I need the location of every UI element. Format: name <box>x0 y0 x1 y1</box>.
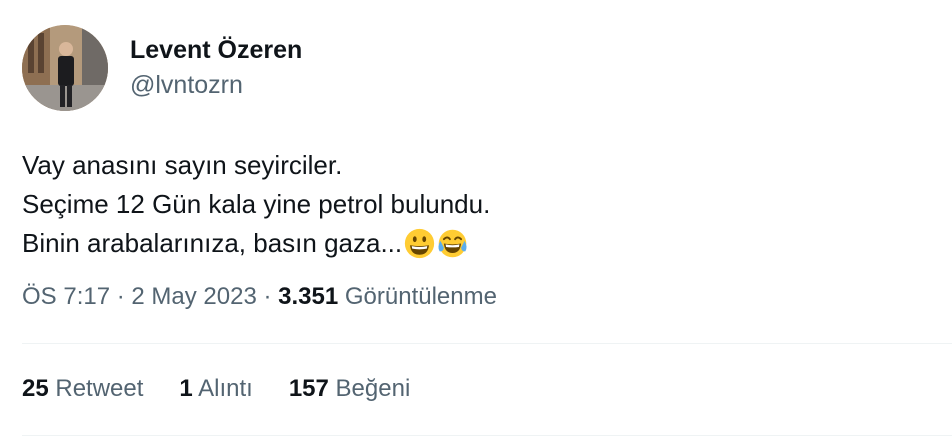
tweet-line-3: Binin arabalarınıza, basın gaza... <box>22 224 490 263</box>
quotes-label: Alıntı <box>198 375 253 402</box>
display-name[interactable]: Levent Özeren <box>130 35 302 65</box>
meta-separator: · <box>110 283 132 310</box>
likes-label: Beğeni <box>335 375 411 402</box>
tweet-time[interactable]: ÖS 7:17 <box>22 283 110 310</box>
likes-count: 157 <box>288 375 329 402</box>
user-handle[interactable]: @lvntozrn <box>130 69 302 101</box>
meta-separator: · <box>256 283 279 310</box>
divider <box>22 343 952 344</box>
views-count: 3.351 <box>278 283 339 310</box>
tweet-line-1: Vay anasını sayın seyirciler. <box>22 150 343 180</box>
divider <box>22 435 952 436</box>
avatar[interactable] <box>22 25 108 111</box>
grinning-face-emoji-icon <box>404 228 435 259</box>
tweet-line-2: Seçime 12 Gün kala yine petrol bulundu. <box>22 189 491 219</box>
avatar-photo <box>22 25 108 111</box>
views-label: Görüntülenme <box>344 283 497 310</box>
tweet-header: Levent Özeren @lvntozrn <box>22 25 302 111</box>
retweets-label: Retweet <box>55 375 144 402</box>
quotes-stat[interactable]: 1 Alıntı <box>179 374 252 404</box>
tweet-meta: ÖS 7:17 · 2 May 2023 · 3.351 Görüntülenm… <box>22 282 497 312</box>
tears-of-joy-emoji-icon <box>438 229 467 258</box>
quotes-count: 1 <box>179 375 193 402</box>
tweet-date[interactable]: 2 May 2023 <box>131 283 256 310</box>
likes-stat[interactable]: 157 Beğeni <box>289 374 410 404</box>
retweets-count: 25 <box>22 375 49 402</box>
user-names: Levent Özeren @lvntozrn <box>130 35 302 101</box>
tweet-stats: 25 Retweet 1 Alıntı 157 Beğeni <box>22 374 446 404</box>
retweets-stat[interactable]: 25 Retweet <box>22 374 143 404</box>
tweet-text: Vay anasını sayın seyirciler. Seçime 12 … <box>22 146 490 263</box>
tweet-line-3-text: Binin arabalarınıza, basın gaza... <box>22 228 403 258</box>
